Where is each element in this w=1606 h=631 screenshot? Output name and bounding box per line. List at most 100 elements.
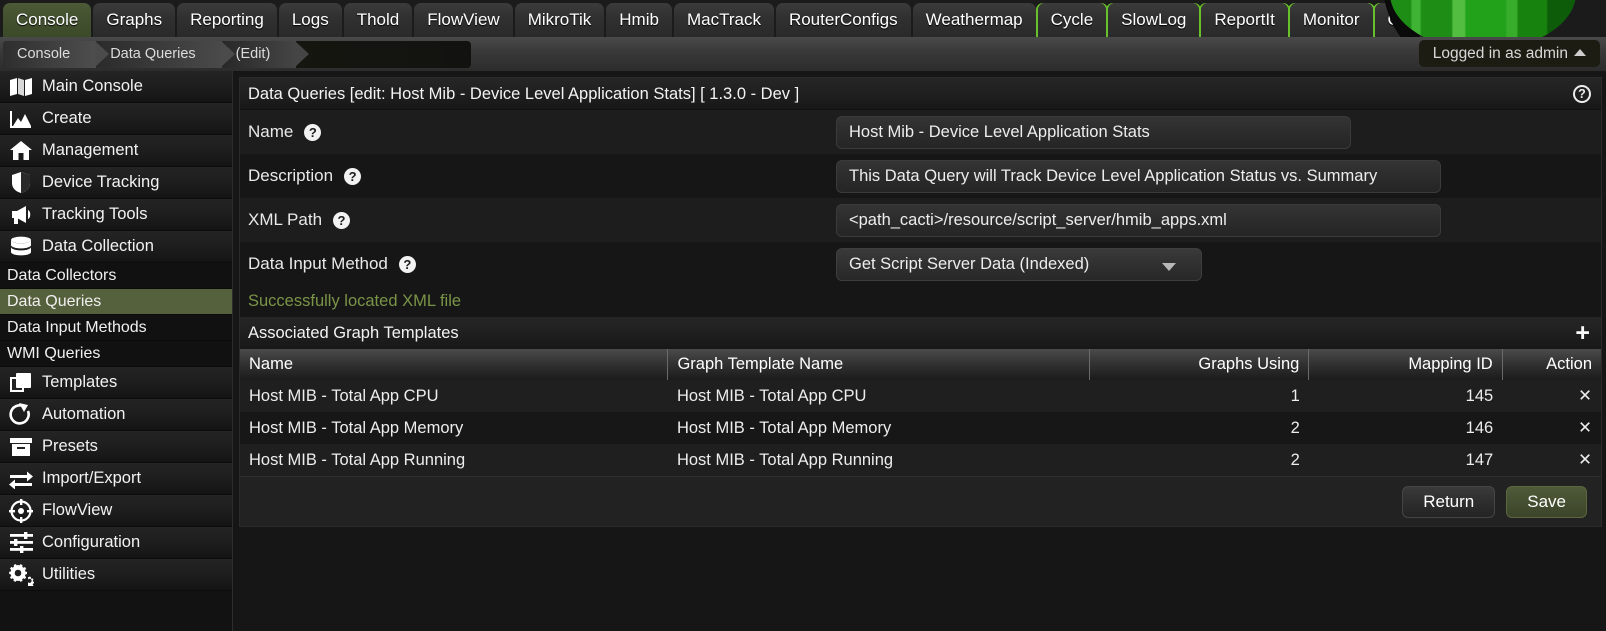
tab-flowview[interactable]: FlowView	[414, 3, 513, 37]
tab-label: Console	[16, 10, 79, 29]
crosshair-icon	[6, 498, 36, 524]
tab-thold[interactable]: Thold	[343, 3, 413, 37]
template-name-link[interactable]: Host MIB - Total App Memory	[240, 412, 668, 444]
question-circle-icon[interactable]: ?	[1573, 85, 1591, 103]
sidebar-item-data-collection[interactable]: Data Collection	[0, 231, 232, 263]
save-button[interactable]: Save	[1506, 485, 1587, 518]
column-header-graphs-using[interactable]: Graphs Using	[1089, 349, 1310, 380]
associated-graph-templates-header: Associated Graph Templates +	[240, 317, 1601, 349]
tab-label: CFP	[1387, 10, 1422, 29]
sidebar-item-label: Templates	[42, 373, 118, 391]
help-icon-data-input-method[interactable]: ?	[398, 255, 416, 273]
sidebar-item-configuration[interactable]: Configuration	[0, 527, 232, 559]
xml-path-input[interactable]: <path_cacti>/resource/script_server/hmib…	[836, 203, 1441, 237]
sidebar-item-label: Create	[42, 109, 92, 127]
sidebar-subitem-data-queries[interactable]: Data Queries	[0, 289, 232, 315]
data-input-method-select[interactable]: Get Script Server Data (Indexed)	[836, 247, 1202, 281]
sidebar-item-management[interactable]: Management	[0, 135, 232, 167]
tab-graphs[interactable]: Graphs	[93, 3, 176, 37]
tab-label: Weathermap	[925, 10, 1023, 29]
form-action-bar: Return Save	[240, 476, 1601, 526]
sidebar-item-tracking-tools[interactable]: Tracking Tools	[0, 199, 232, 231]
sidebar-nav: Main Console Create Management Device Track…	[0, 71, 233, 631]
breadcrumb-item-data-queries[interactable]: Data Queries	[96, 40, 236, 68]
sidebar-item-import-export[interactable]: Import/Export	[0, 463, 232, 495]
tab-cfp[interactable]: CFP	[1374, 3, 1435, 37]
tab-label: RouterConfigs	[788, 10, 898, 29]
return-button[interactable]: Return	[1402, 485, 1496, 518]
field-label-data-input-method: Data Input Method ?	[248, 254, 836, 274]
sidebar-item-automation[interactable]: Automation	[0, 399, 232, 431]
tab-routerconfigs[interactable]: RouterConfigs	[775, 3, 911, 37]
tab-mikrotik[interactable]: MikroTik	[514, 3, 605, 37]
tab-cycle[interactable]: Cycle	[1037, 3, 1107, 37]
sidebar-item-templates[interactable]: Templates	[0, 367, 232, 399]
breadcrumb: Console Data Queries (Edit)	[3, 40, 471, 68]
help-icon-xml-path[interactable]: ?	[333, 211, 351, 229]
tab-hmib[interactable]: Hmib	[606, 3, 672, 37]
tab-label: ReportIt	[1214, 10, 1275, 29]
sidebar-item-create[interactable]: Create	[0, 103, 232, 135]
sidebar-item-label: Import/Export	[42, 469, 142, 487]
tab-label: MikroTik	[527, 10, 592, 29]
remove-x-icon[interactable]: ✕	[1502, 444, 1601, 476]
sidebar-item-presets[interactable]: Presets	[0, 431, 232, 463]
xml-status-message: Successfully located XML file	[240, 286, 1601, 317]
tab-label: SlowLog	[1121, 10, 1187, 29]
sidebar-subitem-data-collectors[interactable]: Data Collectors	[0, 263, 232, 289]
copy-icon	[6, 370, 36, 396]
database-icon	[6, 234, 36, 260]
graph-template-name-cell: Host MIB - Total App Running	[667, 444, 1090, 476]
remove-x-icon[interactable]: ✕	[1502, 380, 1601, 412]
breadcrumb-item-console[interactable]: Console	[3, 40, 110, 68]
sidebar-item-utilities[interactable]: Utilities	[0, 559, 232, 591]
data-input-method-selected-value: Get Script Server Data (Indexed)	[849, 254, 1090, 273]
table-header-row: Name Graph Template Name Graphs Using Ma…	[240, 349, 1601, 380]
remove-x-icon[interactable]: ✕	[1502, 412, 1601, 444]
sidebar-item-label: Device Tracking	[42, 173, 160, 191]
sidebar-item-main-console[interactable]: Main Console	[0, 71, 232, 103]
sidebar-subitem-data-input-methods[interactable]: Data Input Methods	[0, 315, 232, 341]
sidebar-subitem-wmi-queries[interactable]: WMI Queries	[0, 341, 232, 367]
description-input[interactable]: This Data Query will Track Device Level …	[836, 159, 1441, 193]
tab-logs[interactable]: Logs	[278, 3, 342, 37]
help-icon-description[interactable]: ?	[344, 167, 362, 185]
sidebar-item-device-tracking[interactable]: Device Tracking	[0, 167, 232, 199]
name-input[interactable]: Host Mib - Device Level Application Stat…	[836, 115, 1351, 149]
sidebar-item-flowview[interactable]: FlowView	[0, 495, 232, 527]
plus-icon[interactable]: +	[1575, 317, 1590, 349]
column-header-graph-template-name[interactable]: Graph Template Name	[667, 349, 1091, 380]
tab-monitor[interactable]: Monitor	[1289, 3, 1373, 37]
help-icon-name[interactable]: ?	[304, 123, 322, 141]
tab-slowlog[interactable]: SlowLog	[1108, 3, 1200, 37]
column-header-name[interactable]: Name	[240, 349, 669, 380]
template-name-link[interactable]: Host MIB - Total App CPU	[240, 380, 668, 412]
tab-console[interactable]: Console	[3, 3, 92, 37]
field-label-description: Description ?	[248, 166, 836, 186]
template-name-link[interactable]: Host MIB - Total App Running	[240, 444, 668, 476]
mapping-id-cell: 146	[1308, 412, 1503, 444]
shield-icon	[6, 170, 36, 196]
main-tab-bar: Console Graphs Reporting Logs Thold FlowView M…	[0, 0, 1606, 37]
breadcrumb-bar: Console Data Queries (Edit) Logged in as a…	[0, 37, 1606, 71]
table-row: Host MIB - Total App CPU Host MIB - Total…	[240, 380, 1601, 412]
column-header-mapping-id[interactable]: Mapping ID	[1308, 349, 1503, 380]
tab-reporting[interactable]: Reporting	[177, 3, 277, 37]
tab-label: Reporting	[190, 10, 264, 29]
sidebar-item-label: Presets	[42, 437, 98, 455]
chart-area-icon	[6, 106, 36, 132]
tab-mactrack[interactable]: MacTrack	[673, 3, 774, 37]
tab-label: FlowView	[427, 10, 500, 29]
tab-label: Hmib	[619, 10, 659, 29]
mapping-id-cell: 145	[1308, 380, 1503, 412]
graphs-using-cell: 2	[1089, 444, 1309, 476]
tab-reportit[interactable]: ReportIt	[1201, 3, 1288, 37]
section-title: Associated Graph Templates	[248, 324, 459, 342]
table-row: Host MIB - Total App Memory Host MIB - To…	[240, 412, 1601, 444]
tab-weathermap[interactable]: Weathermap	[912, 3, 1036, 37]
user-status-menu[interactable]: Logged in as admin	[1418, 40, 1600, 67]
gears-icon	[6, 562, 36, 588]
graphs-using-cell: 2	[1089, 412, 1309, 444]
sidebar-item-label: Tracking Tools	[42, 205, 148, 223]
user-status-label: Logged in as admin	[1432, 45, 1568, 62]
